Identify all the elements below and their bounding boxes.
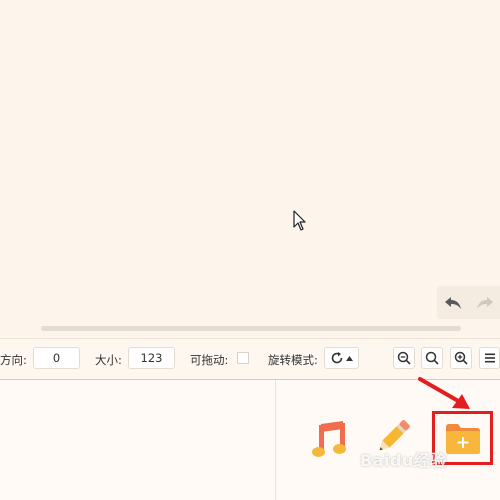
watermark: Baidu经验	[360, 451, 447, 470]
rotate-mode-select[interactable]	[324, 347, 359, 369]
horizontal-scrollbar[interactable]	[41, 326, 461, 331]
music-note-icon[interactable]	[309, 419, 349, 459]
rotate-icon	[331, 352, 343, 364]
undo-arrow-icon	[445, 296, 461, 309]
zoom-out-icon	[397, 351, 411, 365]
size-input[interactable]	[128, 347, 175, 369]
redo-button[interactable]	[469, 286, 500, 319]
draggable-label: 可拖动:	[190, 353, 229, 367]
menu-button[interactable]	[479, 347, 500, 369]
redo-arrow-icon	[477, 296, 493, 309]
caret-up-icon	[346, 355, 353, 361]
zoom-in-icon	[454, 351, 468, 365]
rotate-mode-label: 旋转模式:	[268, 353, 318, 367]
menu-icon	[484, 353, 495, 363]
zoom-out-button[interactable]	[393, 347, 415, 369]
direction-label: 方向:	[0, 353, 27, 367]
draggable-checkbox[interactable]	[237, 352, 249, 364]
zoom-reset-icon	[425, 351, 439, 365]
canvas-area[interactable]	[0, 0, 500, 338]
mouse-cursor-icon	[293, 210, 306, 231]
annotation-arrow-icon	[418, 377, 470, 409]
zoom-in-button[interactable]	[450, 347, 472, 369]
undo-button[interactable]	[437, 286, 469, 319]
element-list-panel	[0, 380, 275, 500]
zoom-reset-button[interactable]	[421, 347, 443, 369]
direction-input[interactable]	[33, 347, 80, 369]
undo-redo-group	[437, 286, 500, 319]
size-label: 大小:	[95, 353, 122, 367]
property-toolbar: 方向: 大小: 可拖动: 旋转模式:	[0, 339, 500, 379]
